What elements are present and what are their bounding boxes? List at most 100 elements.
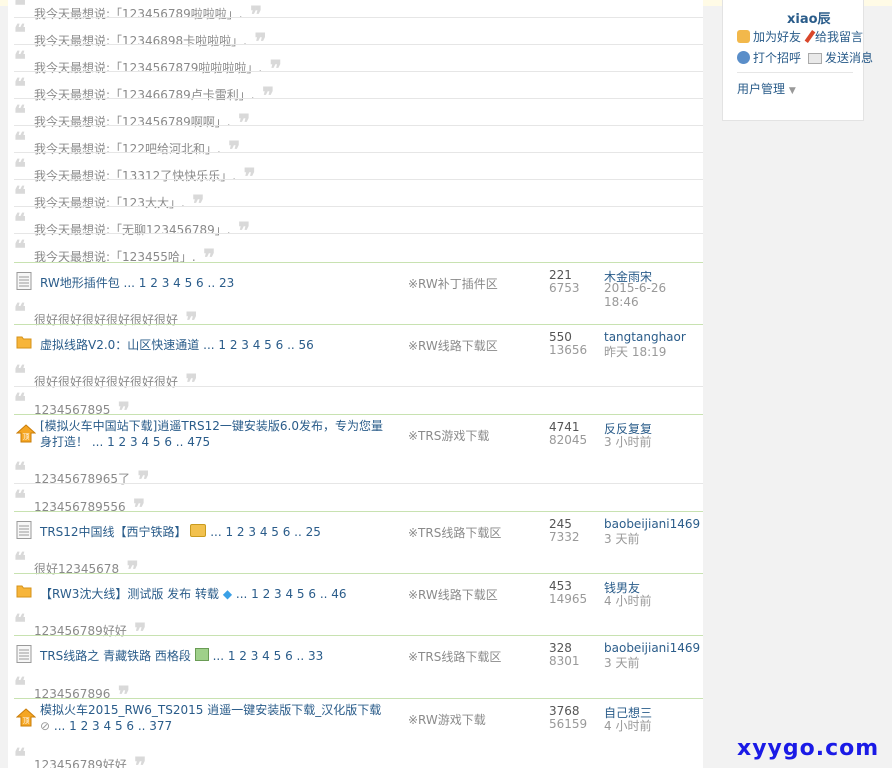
quote-row: ❝ 我今天最想说:「无聊123456789」. ❞: [14, 207, 703, 244]
quote-open-icon: ❝: [14, 155, 26, 181]
quote-open-icon: ❝: [14, 182, 26, 208]
user-management-menu[interactable]: 用户管理 ▼: [737, 80, 796, 97]
attachment-icon: ⊘: [40, 719, 51, 733]
forum-name[interactable]: ※RW线路下载区: [408, 337, 498, 354]
last-poster-link[interactable]: baobeijiani1469: [604, 641, 700, 655]
quote-close-icon: ❞: [126, 753, 147, 768]
thread-title-link[interactable]: 虚拟线路V2.0：山区快速通道: [40, 338, 199, 352]
last-post-time: 4 小时前: [604, 719, 652, 733]
last-post-time: 昨天 18:19: [604, 345, 667, 359]
add-friend-button[interactable]: 加为好友: [737, 28, 801, 45]
thread-row: 顶 模拟火车2015_RW6_TS2015 逍遥一键安装版下载_汉化版下载 ⊘ …: [14, 698, 703, 738]
svg-text:顶: 顶: [23, 717, 30, 725]
quote-open-icon: ❝: [14, 20, 26, 46]
last-post-time: 3 天前: [604, 532, 640, 546]
divider: [737, 72, 853, 73]
reply-count: 245: [549, 517, 572, 531]
reply-count: 4741: [549, 420, 580, 434]
greet-button[interactable]: 打个招呼: [737, 49, 801, 66]
quote-open-icon: ❝: [14, 209, 26, 235]
forum-name[interactable]: ※RW游戏下载: [408, 711, 486, 728]
thread-pages[interactable]: ... 1 2 3 4 5 6 .. 377: [54, 719, 172, 733]
quote-open-icon: ❝: [14, 47, 26, 73]
thread-pages[interactable]: ... 1 2 3 4 5 6 .. 25: [210, 525, 321, 539]
last-post-time: 3 天前: [604, 656, 640, 670]
quote-row: ❝ 123456789556 ❞: [14, 484, 703, 521]
chevron-down-icon: ▼: [788, 86, 796, 96]
thread-title-link[interactable]: TRS线路之 青藏铁路 西格段: [40, 649, 191, 663]
quote-row: ❝ 我今天最想说:「123456789啊啊」. ❞: [14, 99, 703, 136]
watermark-logo: xyygo.com: [737, 736, 880, 761]
quote-row: ❝ 我今天最想说:「13312了快快乐乐」. ❞: [14, 153, 703, 190]
thread-title-link[interactable]: RW地形插件包: [40, 276, 120, 290]
image-attachment-icon: [194, 648, 209, 661]
quote-row: ❝ 1234567895 ❞: [14, 387, 703, 424]
view-count: 56159: [549, 717, 588, 731]
quote-open-icon: ❝: [14, 361, 26, 387]
quote-row: ❝ 我今天最想说:「123455哈」. ❞: [14, 234, 703, 271]
folder-icon: [16, 334, 32, 352]
forum-name[interactable]: ※TRS游戏下载: [408, 427, 489, 444]
view-count: 6753: [549, 281, 580, 295]
quote-open-icon: ❝: [14, 74, 26, 100]
thread-row: 【RW3沈大线】测试版 发布 转载 ◆ ... 1 2 3 4 5 6 .. 4…: [14, 573, 703, 613]
thread-row: TRS12中国线【西宁铁路】 ... 1 2 3 4 5 6 .. 25 ※TR…: [14, 511, 703, 551]
quote-row: ❝ 我今天最想说:「123466789卢卡雷利」. ❞: [14, 72, 703, 109]
thread-row: 顶 [模拟火车中国站下载]逍遥TRS12一键安装版6.0发布，专为您量身打造！ …: [14, 414, 703, 454]
username[interactable]: xiao辰: [787, 8, 831, 27]
quote-open-icon: ❝: [14, 486, 26, 512]
quote-open-icon: ❝: [14, 236, 26, 262]
reply-count: 453: [549, 579, 572, 593]
reply-count: 221: [549, 268, 572, 282]
reward-icon: [190, 524, 207, 537]
reply-count: 550: [549, 330, 572, 344]
quote-open-icon: ❝: [14, 101, 26, 127]
quote-row: ❝ 123456789好好 ❞: [14, 742, 703, 768]
quote-row: ❝ 我今天最想说:「123大大」. ❞: [14, 180, 703, 217]
view-count: 13656: [549, 343, 588, 357]
quote-row: ❝ 很好很好很好很好很好很好 ❞: [14, 359, 703, 396]
quote-row: ❝ 12345678965了 ❞: [14, 456, 703, 493]
thread-pages[interactable]: ... 1 2 3 4 5 6 .. 56: [203, 338, 314, 352]
view-count: 82045: [549, 433, 588, 447]
handshake-icon: [737, 30, 750, 43]
thread-pages[interactable]: ... 1 2 3 4 5 6 .. 23: [124, 276, 235, 290]
thread-pages[interactable]: ... 1 2 3 4 5 6 .. 33: [213, 649, 324, 663]
quote-row: ❝ 1234567896 ❞: [14, 671, 703, 708]
reply-count: 3768: [549, 704, 580, 718]
thread-row: 虚拟线路V2.0：山区快速通道 ... 1 2 3 4 5 6 .. 56 ※R…: [14, 324, 703, 364]
document-icon: [16, 645, 32, 663]
leave-message-button[interactable]: 给我留言: [804, 28, 863, 45]
quote-open-icon: ❝: [14, 548, 26, 574]
reply-count: 328: [549, 641, 572, 655]
view-count: 14965: [549, 592, 588, 606]
last-poster-link[interactable]: tangtanghaor: [604, 330, 686, 344]
quote-text: 123456789好好 ❞: [34, 749, 146, 768]
pencil-icon: [804, 30, 816, 43]
forum-name[interactable]: ※RW补丁插件区: [408, 275, 498, 292]
user-wave-icon: [737, 51, 750, 64]
thread-pages[interactable]: ... 1 2 3 4 5 6 .. 475: [92, 435, 210, 449]
quote-open-icon: ❝: [14, 744, 26, 768]
thread-title-link[interactable]: TRS12中国线【西宁铁路】: [40, 525, 187, 539]
envelope-icon: [808, 53, 822, 64]
document-icon: [16, 521, 32, 539]
diamond-icon: ◆: [222, 587, 233, 601]
thread-row: TRS线路之 青藏铁路 西格段 ... 1 2 3 4 5 6 .. 33 ※T…: [14, 635, 703, 675]
quote-row: ❝ 123456789好好 ❞: [14, 608, 703, 645]
thread-title-link[interactable]: 模拟火车2015_RW6_TS2015 逍遥一键安装版下载_汉化版下载: [40, 703, 381, 717]
last-poster-link[interactable]: baobeijiani1469: [604, 517, 700, 531]
quote-open-icon: ❝: [14, 299, 26, 325]
forum-name[interactable]: ※TRS线路下载区: [408, 524, 501, 541]
forum-name[interactable]: ※RW线路下载区: [408, 586, 498, 603]
pinned-top-icon: 顶: [15, 708, 37, 728]
forum-name[interactable]: ※TRS线路下载区: [408, 648, 501, 665]
send-message-button[interactable]: 发送消息: [808, 49, 873, 66]
svg-text:顶: 顶: [23, 433, 30, 441]
thread-pages[interactable]: ... 1 2 3 4 5 6 .. 46: [236, 587, 347, 601]
document-icon: [16, 272, 32, 290]
quote-open-icon: ❝: [14, 458, 26, 484]
quote-row: ❝ 很好很好很好很好很好很好 ❞: [14, 297, 703, 334]
thread-title-link[interactable]: 【RW3沈大线】测试版 发布 转载: [40, 587, 219, 601]
pinned-top-icon: 顶: [15, 424, 37, 444]
